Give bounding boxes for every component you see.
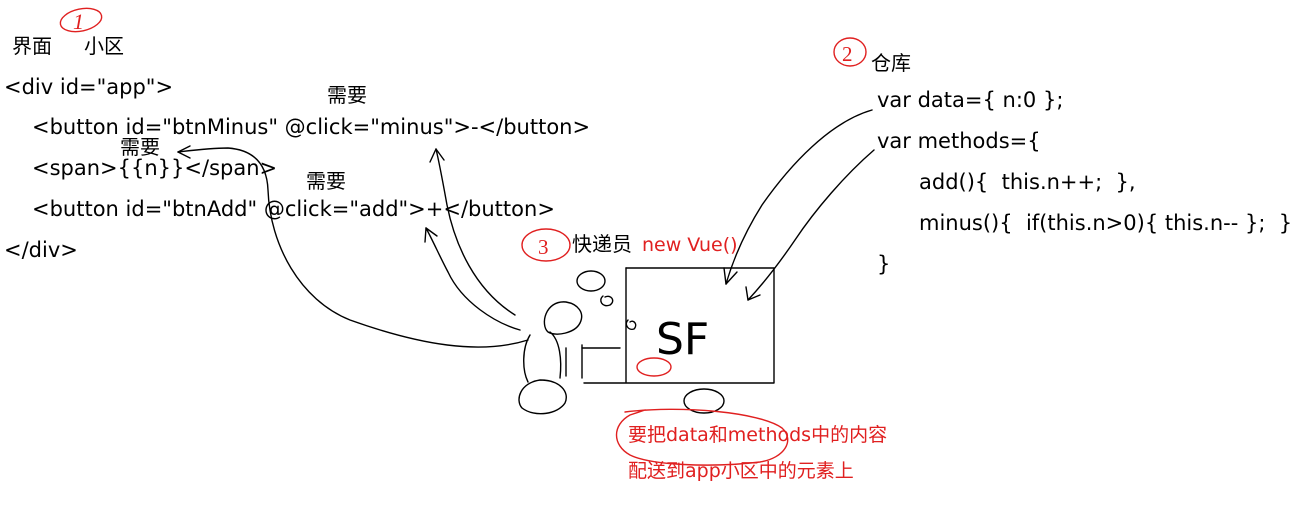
courier-figure — [518, 270, 637, 415]
circled-number-3-digit: 3 — [538, 235, 549, 259]
circled-number-1-digit: 1 — [73, 9, 84, 34]
arrow-courier-to-add — [425, 227, 521, 331]
delivery-box: SF — [583, 267, 775, 414]
circled-number-1: 1 — [59, 7, 103, 34]
arrow-courier-to-minus — [435, 148, 516, 316]
arrow-courier-to-span — [177, 147, 529, 348]
sketch-layer: 1 2 3 SF — [59, 7, 875, 466]
circled-number-2-digit: 2 — [842, 42, 853, 66]
circled-number-2: 2 — [833, 37, 867, 67]
circled-number-3: 3 — [521, 228, 571, 262]
arrow-data-to-box — [725, 109, 873, 285]
arrow-methods-to-box — [747, 149, 875, 301]
box-sf-text: SF — [656, 314, 709, 365]
note-highlight-loop — [615, 408, 789, 466]
